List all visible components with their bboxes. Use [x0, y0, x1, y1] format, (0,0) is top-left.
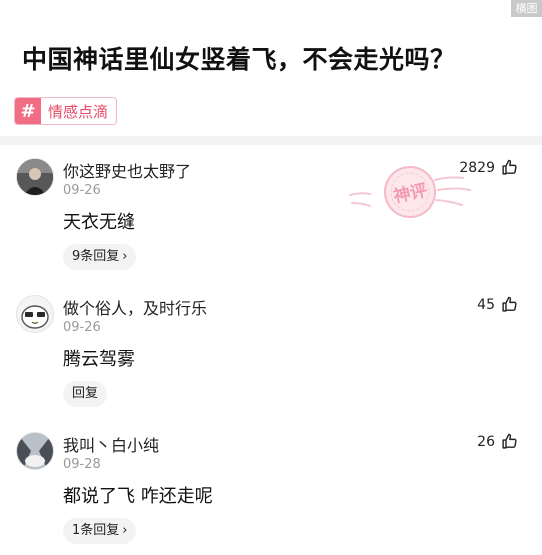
reply-label: 9条回复 [72, 249, 120, 264]
like-count: 2829 [459, 159, 495, 176]
like-count: 45 [477, 296, 495, 313]
image-format-tag: 横图 [511, 0, 542, 17]
topic-tag[interactable]: # 情感点滴 [14, 97, 118, 125]
topic-label: 情感点滴 [48, 102, 109, 121]
comment-date: 09-28 [63, 457, 101, 472]
chevron-right-icon: › [122, 249, 128, 264]
avatar[interactable] [16, 158, 54, 196]
thumbs-up-icon [502, 433, 517, 449]
anime-avatar-icon [17, 433, 53, 469]
reply-label: 回复 [72, 386, 99, 401]
view-replies-button[interactable]: 1条回复 › [63, 518, 137, 544]
like-count: 26 [477, 433, 495, 450]
thumbs-up-icon [502, 159, 517, 175]
comment-author[interactable]: 我叫丶白小纯 [63, 432, 159, 456]
comment-author[interactable]: 你这野史也太野了 [63, 158, 191, 182]
reply-label: 1条回复 [72, 523, 120, 538]
like-button[interactable]: 45 [477, 296, 518, 313]
view-replies-button[interactable]: 9条回复 › [63, 244, 137, 270]
chevron-right-icon: › [122, 523, 128, 538]
comment-text: 腾云驾雾 [63, 349, 135, 370]
user-photo-icon [17, 159, 53, 195]
comment-date: 09-26 [63, 320, 101, 335]
section-divider [0, 136, 542, 145]
hashtag-icon: # [15, 98, 41, 124]
reply-button[interactable]: 回复 [63, 381, 108, 407]
like-button[interactable]: 26 [477, 433, 518, 450]
comment-text: 天衣无缝 [63, 212, 135, 233]
like-button[interactable]: 2829 [459, 159, 518, 176]
thumbs-up-icon [502, 296, 517, 312]
avatar[interactable] [16, 295, 54, 333]
avatar[interactable] [16, 432, 54, 470]
comment-date: 09-26 [63, 183, 101, 198]
post-title: 中国神话里仙女竖着飞，不会走光吗？ [22, 45, 456, 74]
cartoon-face-icon [17, 296, 53, 332]
comment-author[interactable]: 做个俗人，及时行乐 [63, 295, 207, 319]
comment-text: 都说了飞 咋还走呢 [63, 486, 213, 507]
